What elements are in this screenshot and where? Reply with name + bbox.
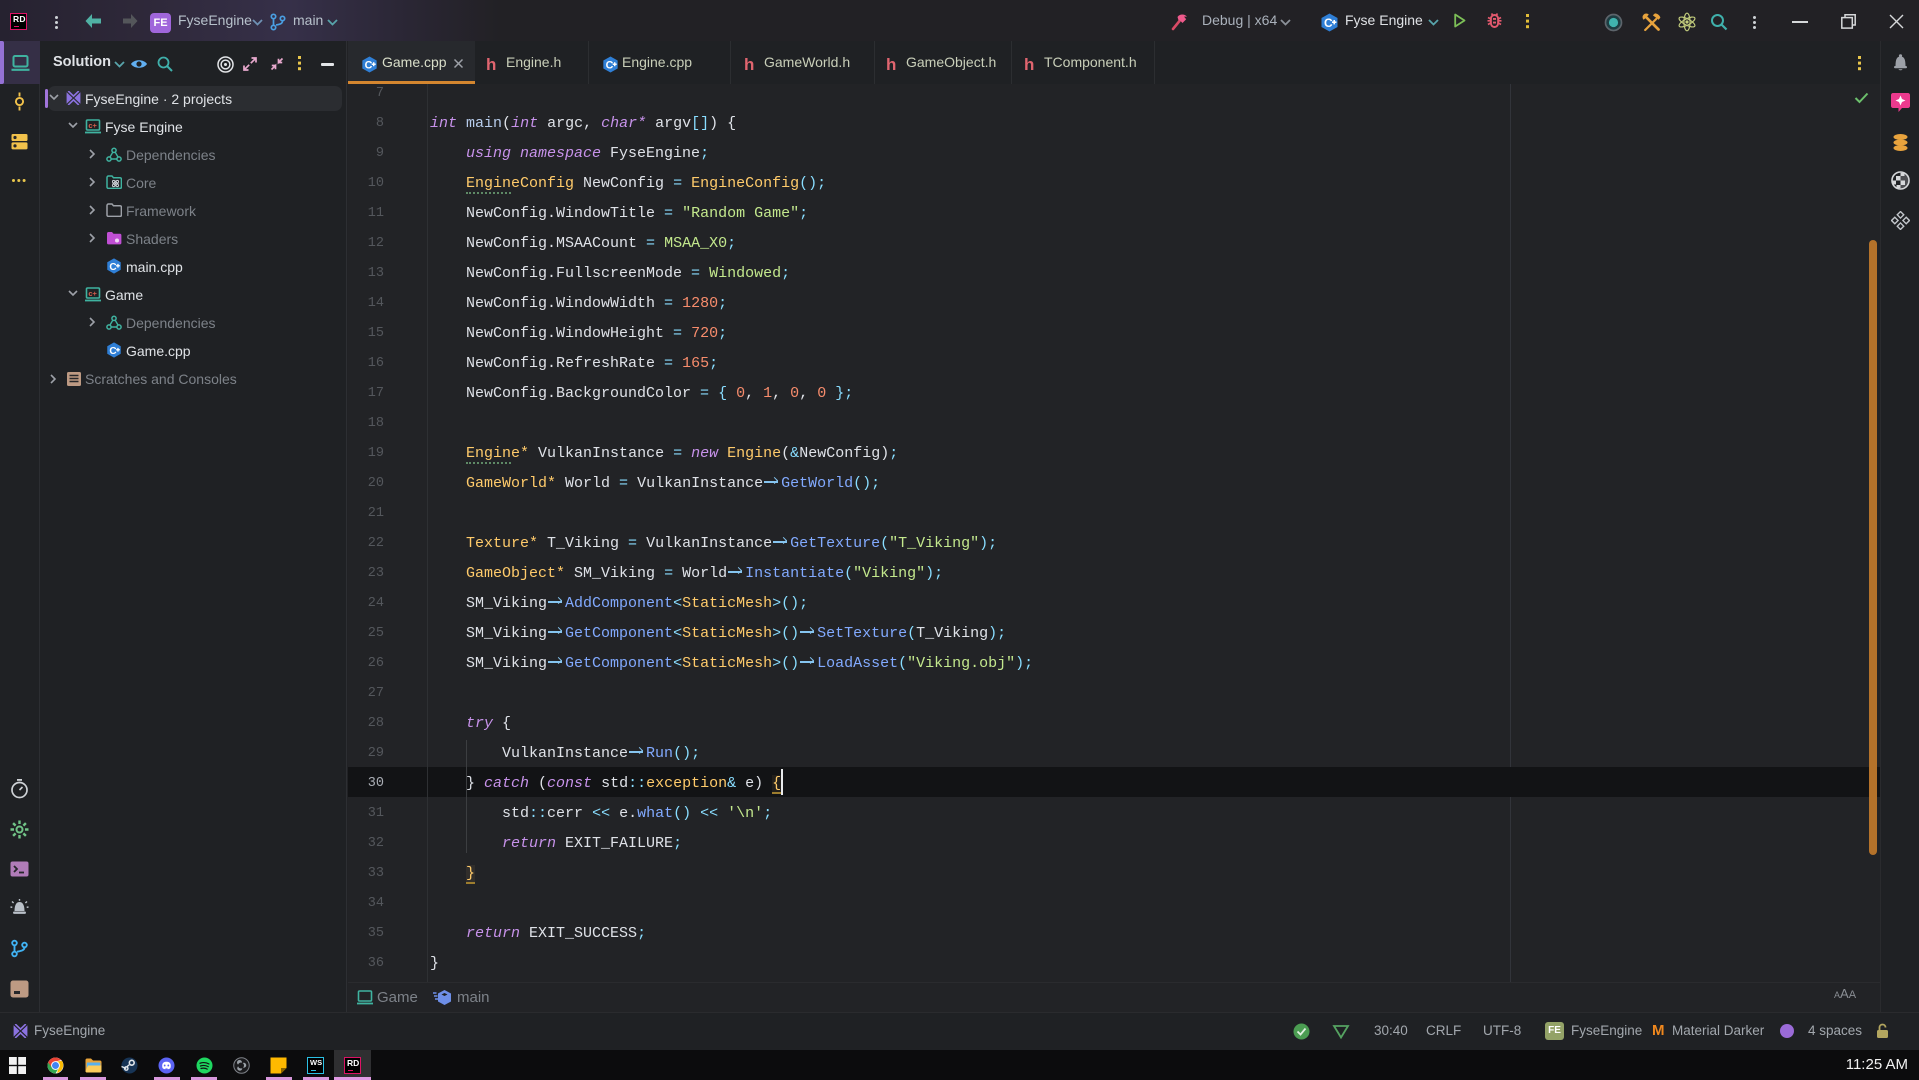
svg-text:C: C: [1324, 16, 1333, 30]
svg-text:C: C: [606, 60, 614, 72]
svg-text:c+: c+: [88, 121, 97, 130]
svg-text:c+: c+: [88, 289, 97, 298]
svg-text:C: C: [365, 60, 373, 72]
svg-text:C: C: [109, 262, 117, 273]
svg-text:C: C: [109, 346, 117, 357]
